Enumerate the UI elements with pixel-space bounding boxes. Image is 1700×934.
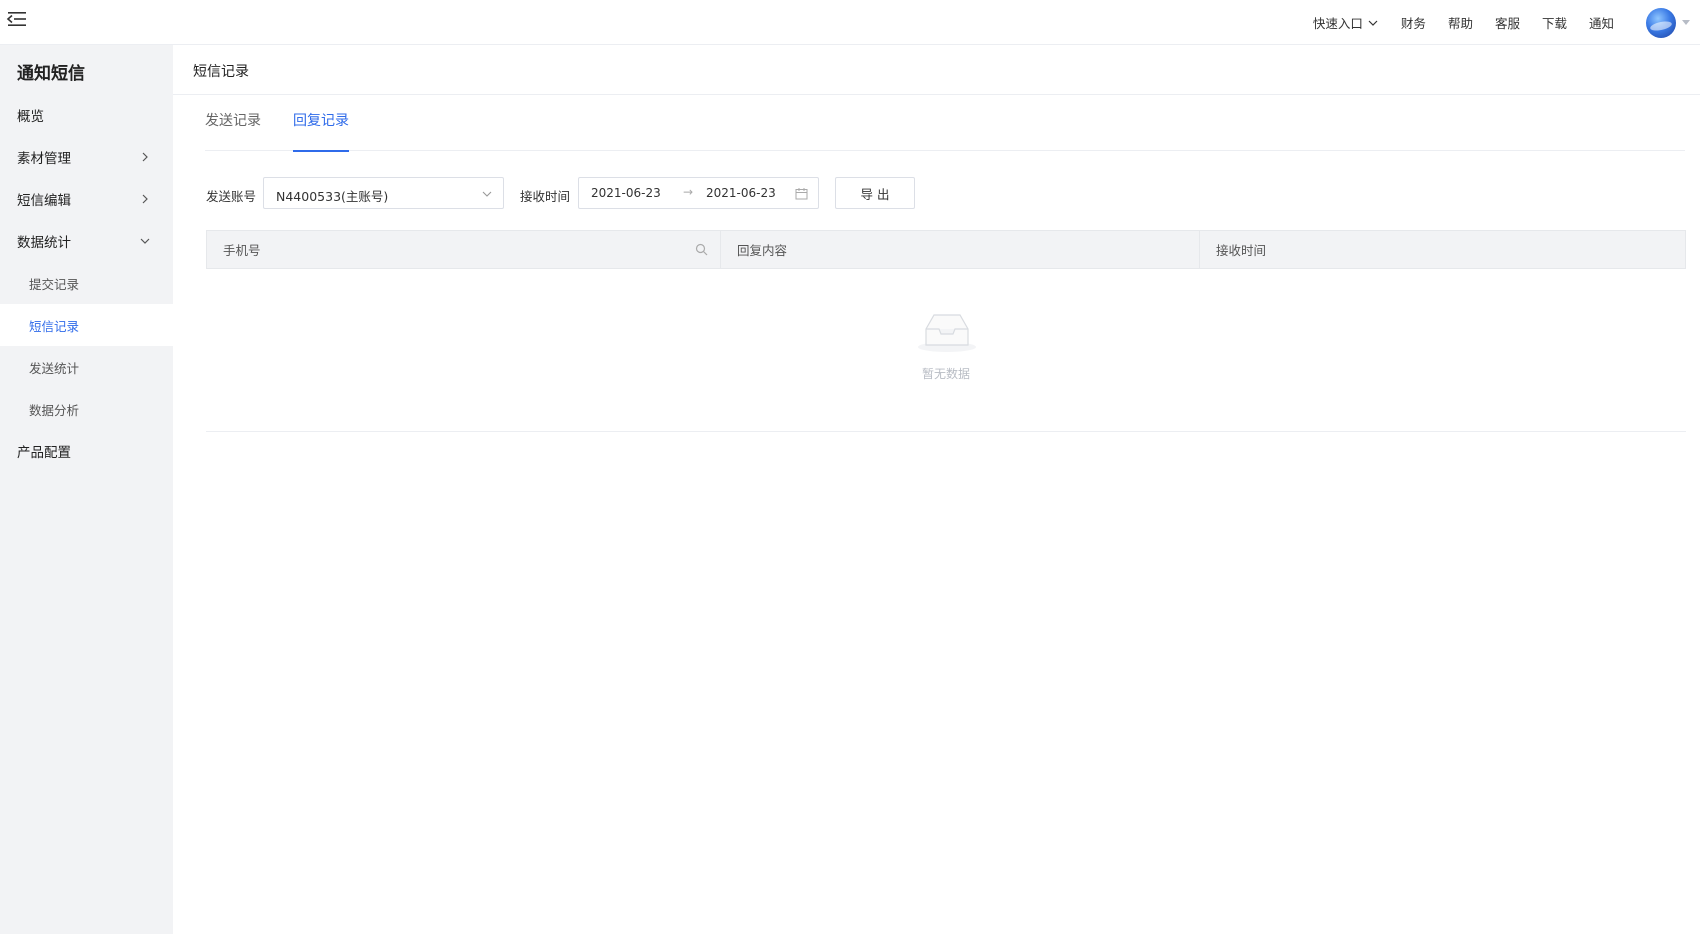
menu-fold-icon[interactable] [6, 10, 28, 28]
notification-link[interactable]: 通知 [1589, 13, 1614, 32]
chevron-down-icon [1368, 20, 1378, 26]
date-range-picker[interactable]: 2021-06-23 → 2021-06-23 [578, 177, 819, 209]
column-label: 接收时间 [1216, 243, 1267, 258]
top-links: 快速入口 财务 帮助 客服 下载 通知 [1313, 0, 1700, 45]
caret-down-icon [1682, 20, 1690, 25]
arrow-right-icon: → [683, 185, 694, 199]
sidebar-item-label: 概览 [17, 109, 44, 125]
sidebar-item-materials[interactable]: 素材管理 [0, 136, 173, 178]
sidebar: 通知短信 概览 素材管理 短信编辑 数据统计 提交记录 短信记录 发送统计 数据… [0, 45, 173, 934]
page-title: 短信记录 [193, 64, 249, 80]
column-label: 回复内容 [737, 243, 788, 258]
sidebar-subitem-label: 提交记录 [29, 276, 80, 292]
quick-entry-link[interactable]: 快速入口 [1313, 13, 1379, 32]
tab-reply-records[interactable]: 回复记录 [293, 109, 349, 152]
column-reply-content: 回复内容 [721, 231, 1200, 268]
finance-link[interactable]: 财务 [1401, 13, 1426, 32]
quick-entry-label: 快速入口 [1312, 16, 1363, 31]
sidebar-item-label: 素材管理 [17, 151, 71, 167]
sidebar-subitem-label: 数据分析 [29, 402, 80, 418]
empty-state: 暂无数据 [206, 269, 1686, 431]
account-select[interactable]: N4400533(主账号) [263, 177, 504, 209]
sidebar-subitem-data-analysis[interactable]: 数据分析 [0, 388, 173, 430]
chevron-down-icon [482, 191, 492, 197]
sidebar-item-statistics[interactable]: 数据统计 [0, 220, 173, 262]
account-label: 发送账号 [206, 189, 257, 204]
table-header: 手机号 回复内容 接收时间 [206, 230, 1686, 269]
export-button[interactable]: 导出 [835, 177, 915, 209]
chevron-right-icon [142, 152, 148, 162]
chevron-right-icon [142, 194, 148, 204]
calendar-icon [795, 188, 808, 200]
user-menu[interactable] [1646, 7, 1690, 38]
download-link[interactable]: 下载 [1542, 13, 1567, 32]
sidebar-item-overview[interactable]: 概览 [0, 94, 173, 136]
top-bar: 快速入口 财务 帮助 客服 下载 通知 [0, 0, 1700, 45]
sidebar-item-product-config[interactable]: 产品配置 [0, 430, 173, 472]
column-receive-time: 接收时间 [1200, 231, 1685, 268]
avatar[interactable] [1646, 7, 1676, 38]
column-label: 手机号 [223, 243, 261, 258]
sidebar-subitem-label: 发送统计 [29, 360, 80, 376]
empty-inbox-icon [918, 314, 976, 352]
sidebar-item-label: 产品配置 [17, 445, 71, 461]
sidebar-item-label: 数据统计 [17, 235, 71, 251]
sidebar-item-sms-edit[interactable]: 短信编辑 [0, 178, 173, 220]
column-phone: 手机号 [207, 231, 721, 268]
empty-text: 暂无数据 [921, 367, 970, 381]
tab-send-records[interactable]: 发送记录 [205, 109, 261, 151]
sidebar-subitem-sms-records[interactable]: 短信记录 [0, 304, 173, 346]
tab-bar: 发送记录 回复记录 [205, 109, 1685, 152]
start-date-input[interactable]: 2021-06-23 [591, 186, 661, 200]
end-date-input[interactable]: 2021-06-23 [706, 186, 776, 200]
sidebar-title: 通知短信 [17, 64, 85, 84]
time-label: 接收时间 [520, 189, 571, 204]
customer-service-link[interactable]: 客服 [1495, 13, 1520, 32]
reply-records-table: 手机号 回复内容 接收时间 暂无数据 [206, 230, 1686, 432]
page-header: 短信记录 [173, 45, 1700, 95]
sidebar-subitem-submit-records[interactable]: 提交记录 [0, 262, 173, 304]
sidebar-subitem-send-statistics[interactable]: 发送统计 [0, 346, 173, 388]
chevron-down-icon [140, 238, 150, 244]
sidebar-item-label: 短信编辑 [17, 193, 71, 209]
search-icon[interactable] [695, 243, 708, 256]
account-select-value: N4400533(主账号) [276, 189, 389, 204]
sidebar-subitem-label: 短信记录 [29, 318, 80, 334]
help-link[interactable]: 帮助 [1448, 13, 1473, 32]
